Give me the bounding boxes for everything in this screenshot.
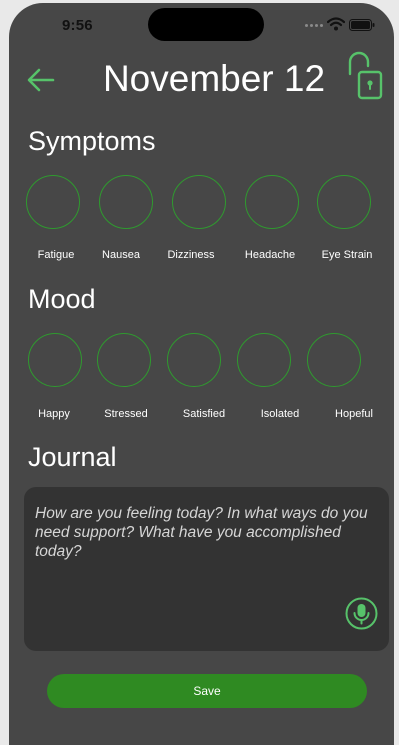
wifi-icon (327, 17, 345, 31)
battery-icon (349, 19, 375, 31)
app-screen: 9:56 November 12 Symptoms Fatigue Nausea… (9, 3, 394, 745)
mood-label-stressed: Stressed (104, 408, 148, 420)
back-arrow-icon[interactable] (25, 66, 57, 94)
page-title: November 12 (102, 58, 326, 99)
microphone-icon[interactable] (345, 597, 378, 630)
signal-icon (305, 24, 325, 28)
mood-toggle-happy[interactable] (28, 333, 82, 387)
symptom-label-headache: Headache (244, 249, 296, 261)
mood-toggle-isolated[interactable] (237, 333, 291, 387)
symptom-toggle-eye-strain[interactable] (317, 175, 371, 229)
journal-text-area[interactable]: How are you feeling today? In what ways … (24, 487, 389, 651)
journal-heading: Journal (28, 442, 117, 472)
symptoms-heading: Symptoms (28, 126, 156, 156)
status-time: 9:56 (62, 17, 93, 34)
mood-label-hopeful: Hopeful (335, 408, 373, 420)
symptom-label-dizziness: Dizziness (167, 249, 215, 261)
symptom-label-nausea: Nausea (102, 249, 140, 261)
save-button[interactable]: Save (47, 674, 367, 708)
mood-label-satisfied: Satisfied (182, 408, 226, 420)
symptom-label-eye-strain: Eye Strain (321, 249, 373, 261)
mood-heading: Mood (28, 284, 96, 314)
mood-label-happy: Happy (38, 408, 70, 420)
symptom-toggle-headache[interactable] (245, 175, 299, 229)
dynamic-island (148, 8, 264, 41)
symptom-toggle-nausea[interactable] (99, 175, 153, 229)
mood-toggle-stressed[interactable] (97, 333, 151, 387)
journal-placeholder: How are you feeling today? In what ways … (35, 505, 368, 560)
unlocked-padlock-icon[interactable] (347, 50, 383, 100)
symptom-toggle-dizziness[interactable] (172, 175, 226, 229)
symptom-toggle-fatigue[interactable] (26, 175, 80, 229)
mood-label-isolated: Isolated (260, 408, 300, 420)
mood-toggle-hopeful[interactable] (307, 333, 361, 387)
status-icons (305, 16, 375, 32)
phone-frame: 9:56 November 12 Symptoms Fatigue Nausea… (0, 0, 399, 745)
mood-toggle-satisfied[interactable] (167, 333, 221, 387)
